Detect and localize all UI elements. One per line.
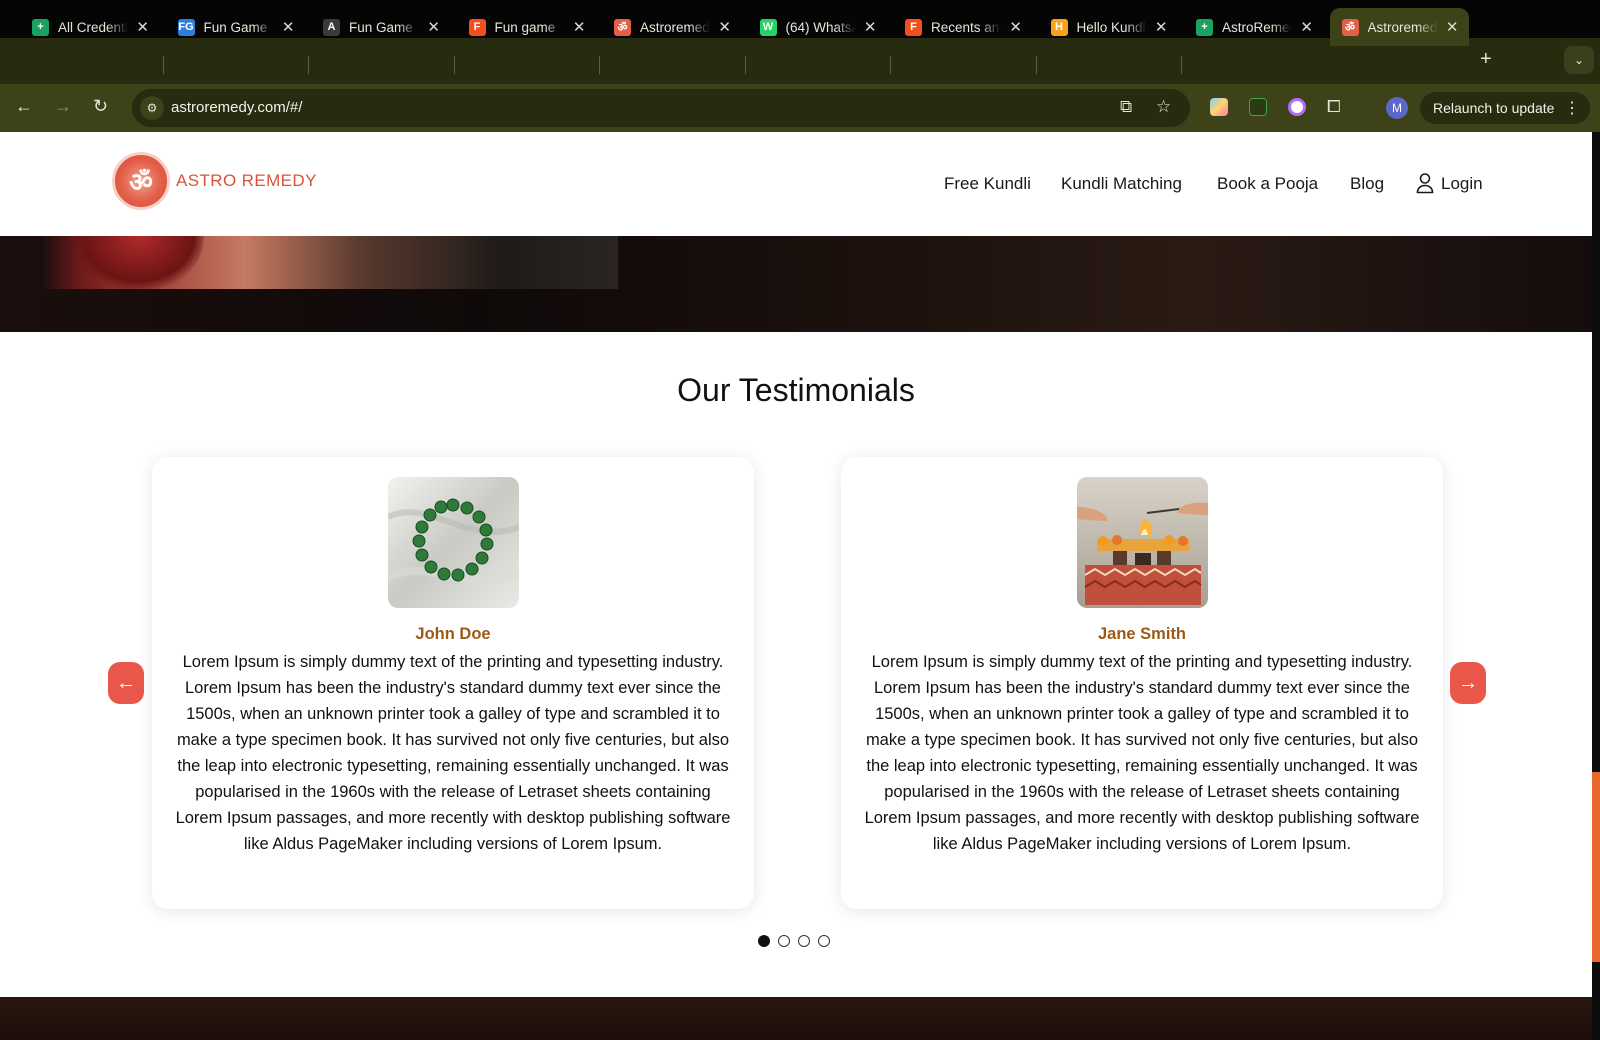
scrollbar-thumb[interactable] — [1592, 772, 1600, 962]
carousel-pagination — [758, 935, 830, 947]
browser-tab[interactable]: + All Credentials ✕ — [20, 8, 159, 46]
back-icon[interactable]: ← — [15, 96, 33, 117]
page-scrollbar[interactable] — [1592, 132, 1600, 1040]
carousel-prev-button[interactable]: ← — [108, 662, 144, 704]
url-text[interactable]: astroremedy.com/#/ — [171, 99, 302, 116]
tab-title: All Credentials — [58, 19, 128, 35]
relaunch-button[interactable]: Relaunch to update ⋮ — [1420, 92, 1590, 124]
om-logo-icon: ॐ — [112, 152, 170, 210]
testimonial-text: Lorem Ipsum is simply dummy text of the … — [175, 653, 731, 853]
tab-separator — [744, 56, 746, 74]
tab-separator — [1035, 56, 1037, 74]
tab-favicon-icon: A — [323, 18, 340, 36]
tab-close-icon[interactable]: ✕ — [1009, 18, 1022, 36]
tab-title: (64) WhatsApp — [785, 19, 856, 35]
extension-icon[interactable] — [1288, 98, 1306, 116]
tab-favicon-icon: + — [1196, 18, 1213, 36]
tab-favicon-icon: ॐ — [1341, 18, 1359, 36]
browser-tab[interactable]: W (64) WhatsApp ✕ — [748, 8, 887, 46]
tab-separator — [599, 56, 600, 74]
nav-free-kundli[interactable]: Free Kundli — [944, 174, 1031, 194]
tab-separator — [308, 56, 309, 74]
tab-title: AstroRemedy — [1222, 19, 1292, 35]
hero-image — [44, 236, 618, 289]
testimonial-photo — [1077, 477, 1208, 608]
testimonial-name: John Doe — [415, 625, 491, 643]
next-section-banner — [0, 997, 1592, 1040]
web-page: ॐ ASTRO REMEDY Free Kundli Kundli Matchi… — [0, 132, 1592, 1040]
relaunch-label: Relaunch to update — [1433, 100, 1555, 116]
profile-avatar[interactable]: M — [1386, 97, 1408, 119]
testimonial-text: Lorem Ipsum is simply dummy text of the … — [864, 653, 1420, 853]
tab-title: Fun game — [494, 19, 556, 35]
tab-title: Recents and — [931, 19, 1002, 35]
tab-title: Astroremedy — [640, 19, 711, 35]
carousel-dot[interactable] — [818, 935, 830, 947]
tab-close-icon[interactable]: ✕ — [1155, 18, 1168, 36]
extension-icon[interactable] — [1210, 98, 1228, 116]
site-info-icon[interactable]: ⚙ — [140, 96, 164, 120]
carousel-dot[interactable] — [758, 935, 770, 947]
browser-tab[interactable]: H Hello Kundli ✕ — [1039, 8, 1178, 46]
tab-favicon-icon: FG — [177, 18, 195, 36]
tab-title: Astroremedy — [1367, 19, 1438, 35]
tab-favicon-icon: F — [468, 18, 486, 36]
tab-separator — [162, 56, 164, 74]
tab-close-icon[interactable]: ✕ — [1446, 18, 1459, 36]
tab-separator — [453, 56, 455, 74]
testimonials-title: Our Testimonials — [677, 372, 915, 408]
browser-tab[interactable]: ॐ Astroremedy ✕ — [1329, 8, 1469, 46]
nav-book-a-pooja[interactable]: Book a Pooja — [1217, 174, 1318, 194]
login-link[interactable]: Login — [1441, 174, 1483, 194]
tab-separator — [1181, 56, 1182, 74]
extension-icon[interactable] — [1249, 98, 1267, 116]
user-icon[interactable] — [1416, 172, 1434, 194]
reload-icon[interactable]: ↻ — [93, 96, 108, 117]
browser-tab[interactable]: F Recents and ✕ — [893, 8, 1032, 46]
wine-glass-image — [74, 236, 204, 289]
testimonial-card: John Doe Lorem Ipsum is simply dummy tex… — [152, 457, 754, 909]
tab-title: Fun Game — [349, 19, 413, 35]
browser-tab[interactable]: FG Fun Game ✕ — [166, 8, 305, 46]
site-header: ॐ ASTRO REMEDY Free Kundli Kundli Matchi… — [0, 132, 1592, 236]
site-logo[interactable]: ॐ ASTRO REMEDY — [112, 152, 317, 210]
testimonial-name: Jane Smith — [1097, 625, 1187, 643]
forward-icon[interactable]: → — [54, 96, 72, 117]
browser-tab[interactable]: F Fun game ✕ — [457, 8, 596, 46]
tab-favicon-icon: H — [1050, 18, 1068, 36]
testimonial-card: Jane Smith Lorem Ipsum is simply dummy t… — [841, 457, 1443, 909]
tab-separator — [890, 56, 891, 74]
carousel-dot[interactable] — [778, 935, 790, 947]
tab-close-icon[interactable]: ✕ — [864, 18, 877, 36]
tab-close-icon[interactable]: ✕ — [718, 18, 731, 36]
browser-tab[interactable]: A Fun Game ✕ — [311, 8, 450, 46]
install-app-icon[interactable]: ⧉ — [1120, 97, 1132, 117]
tab-favicon-icon: W — [759, 18, 777, 36]
tab-close-icon[interactable]: ✕ — [136, 18, 149, 36]
more-menu-icon[interactable]: ⋮ — [1564, 98, 1580, 118]
nav-blog[interactable]: Blog — [1350, 174, 1384, 194]
tab-search-icon[interactable]: ⌄ — [1564, 46, 1594, 74]
carousel-next-button[interactable]: → — [1450, 662, 1486, 704]
carousel-dot[interactable] — [798, 935, 810, 947]
extensions-puzzle-icon[interactable]: ⧠ — [1327, 97, 1341, 117]
browser-tab[interactable]: ॐ Astroremedy ✕ — [602, 8, 741, 46]
tab-title: Hello Kundli — [1076, 19, 1147, 35]
tab-favicon-icon: + — [32, 18, 49, 36]
tab-favicon-icon: ॐ — [614, 18, 631, 36]
testimonial-photo — [388, 477, 519, 608]
bookmark-star-icon[interactable]: ☆ — [1156, 97, 1171, 117]
tab-close-icon[interactable]: ✕ — [427, 18, 440, 36]
new-tab-icon[interactable]: + — [1480, 48, 1492, 71]
logo-text: ASTRO REMEDY — [176, 171, 317, 190]
tab-title: Fun Game — [203, 19, 268, 35]
tab-close-icon[interactable]: ✕ — [1300, 18, 1313, 36]
browser-tab[interactable]: + AstroRemedy ✕ — [1184, 8, 1323, 46]
tab-close-icon[interactable]: ✕ — [573, 18, 586, 36]
nav-kundli-matching[interactable]: Kundli Matching — [1061, 174, 1182, 194]
tab-favicon-icon: F — [905, 18, 922, 36]
tab-close-icon[interactable]: ✕ — [282, 18, 295, 36]
